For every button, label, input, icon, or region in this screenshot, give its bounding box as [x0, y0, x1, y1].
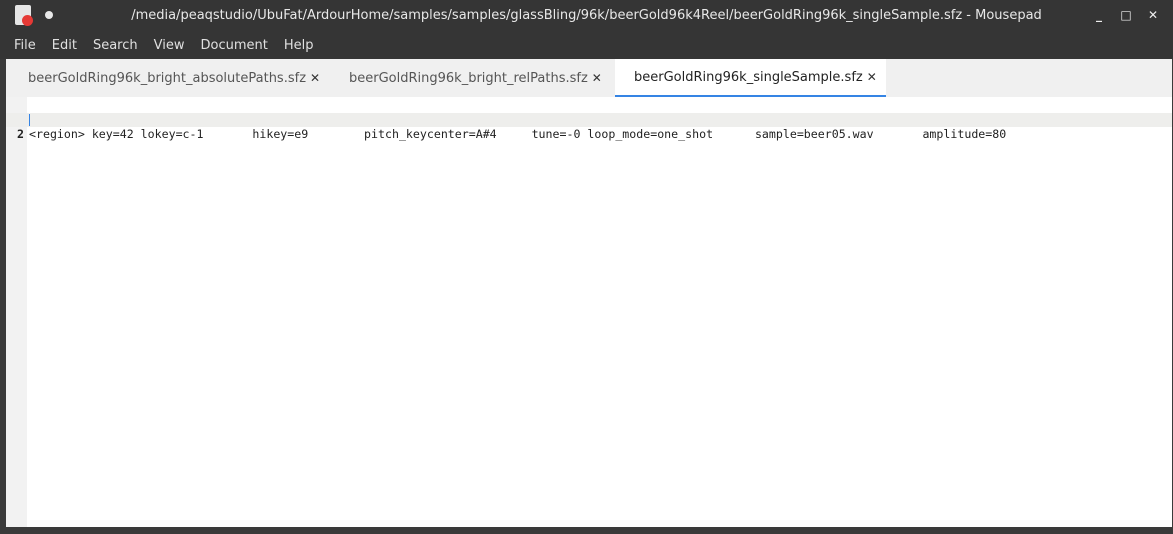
tab-label: beerGoldRing96k_bright_relPaths.sfz — [349, 70, 588, 86]
window-title: /media/peaqstudio/UbuFat/ArdourHome/samp… — [131, 8, 1042, 23]
close-tab-icon[interactable]: ✕ — [592, 71, 602, 85]
menu-edit[interactable]: Edit — [44, 32, 85, 59]
menu-document[interactable]: Document — [192, 32, 275, 59]
tab-label: beerGoldRing96k_singleSample.sfz — [634, 69, 863, 85]
close-button[interactable]: ✕ — [1144, 6, 1162, 24]
maximize-button[interactable]: □ — [1117, 6, 1135, 24]
line-text: <region> key=42 lokey=c-1 hikey=e9 pitch… — [29, 127, 1007, 141]
minimize-button[interactable]: _ — [1090, 6, 1108, 24]
tab-absolute-paths[interactable]: beerGoldRing96k_bright_absolutePaths.sfz… — [6, 59, 320, 97]
menu-help[interactable]: Help — [276, 32, 322, 59]
menu-bar: File Edit Search View Document Help — [0, 32, 1173, 59]
text-caret — [29, 114, 30, 126]
tab-rel-paths[interactable]: beerGoldRing96k_bright_relPaths.sfz ✕ — [311, 59, 615, 97]
editor-line[interactable]: 1 <region> key=42 lokey=c-1 hikey=e9 pit… — [6, 99, 1172, 141]
title-bar: /media/peaqstudio/UbuFat/ArdourHome/samp… — [0, 0, 1173, 32]
menu-view[interactable]: View — [146, 32, 193, 59]
tab-label: beerGoldRing96k_bright_absolutePaths.sfz — [28, 70, 307, 86]
tab-single-sample[interactable]: beerGoldRing96k_singleSample.sfz ✕ — [615, 59, 886, 97]
editor-line-current[interactable]: 2 — [6, 113, 1172, 141]
menu-search[interactable]: Search — [85, 32, 146, 59]
close-tab-icon[interactable]: ✕ — [867, 70, 877, 84]
menu-file[interactable]: File — [6, 32, 44, 59]
tab-bar: beerGoldRing96k_bright_absolutePaths.sfz… — [6, 59, 1172, 97]
line-number: 2 — [17, 127, 24, 141]
text-editor[interactable]: 1 <region> key=42 lokey=c-1 hikey=e9 pit… — [6, 97, 1172, 527]
